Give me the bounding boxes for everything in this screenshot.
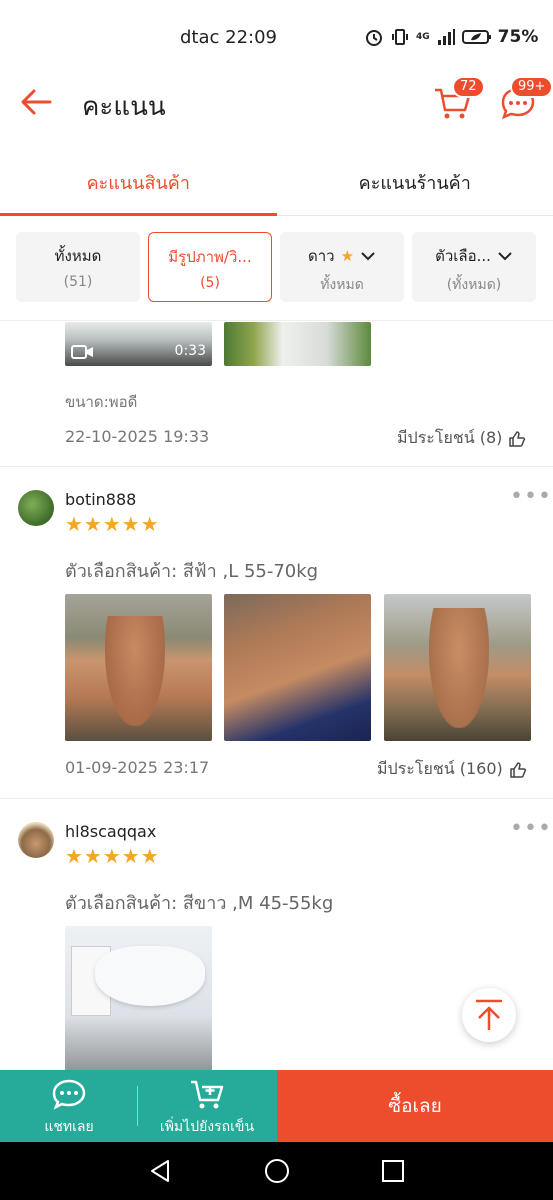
filter-label: ดาว [307,247,335,265]
chevron-down-icon [361,252,375,261]
review-list[interactable]: 0:33 ขนาด:พอดี 22-10-2025 19:33 มีประโยช… [0,322,553,1070]
filter-value: ทั้งหมด [320,277,364,293]
star-rating: ★★★★★ [65,512,160,536]
review-date: 01-09-2025 23:17 [65,758,210,777]
system-nav-bar [0,1142,553,1200]
carrier-time: dtac 22:09 [180,27,278,48]
more-options-icon[interactable]: ••• [510,484,552,509]
video-duration: 0:33 [174,343,206,359]
arrow-up-icon [476,999,502,1030]
tab-shop-rating[interactable]: คะแนนร้านค้า [277,150,553,215]
alarm-icon [366,30,382,46]
filter-bar: ทั้งหมด (51) มีรูปภาพ/วิ... (5) ดาว ★ ทั… [16,232,536,302]
cart-badge: 72 [452,76,485,98]
vibrate-icon [392,29,408,45]
thumbs-up-icon [509,430,526,447]
scroll-to-top-button[interactable] [462,988,516,1042]
chat-now-button[interactable]: แชทเลย [0,1070,138,1142]
review-variant: ขนาด:พอดี [65,393,138,411]
review-photo[interactable] [224,594,371,741]
filter-label: ทั้งหมด [54,247,102,265]
chevron-down-icon [498,252,512,261]
filter-variant[interactable]: ตัวเลือ... (ทั้งหมด) [412,232,536,302]
add-to-cart-label: เพิ่มไปยังรถเข็น [159,1119,255,1135]
review-separator [0,466,553,467]
username[interactable]: botin888 [65,490,136,509]
username[interactable]: hl8scaqqax [65,822,156,841]
star-rating: ★★★★★ [65,844,160,868]
signal-icon [437,29,455,45]
helpful-button[interactable]: มีประโยชน์ (160) [377,757,527,782]
video-camera-icon [71,345,93,359]
star-icon: ★ [340,247,355,265]
nav-back-icon[interactable] [148,1158,174,1184]
header: คะแนน 72 99+ [0,74,553,132]
review-photo[interactable] [384,594,531,741]
rating-tabs: คะแนนสินค้า คะแนนร้านค้า [0,150,553,216]
battery-icon [461,30,491,44]
review-photo[interactable] [65,926,212,1070]
status-icons: 4G 75% [364,27,538,47]
review-variant: ตัวเลือกสินค้า: สีฟ้า ,L 55-70kg [65,561,319,582]
review-separator [0,798,553,799]
buy-now-button[interactable]: ซื้อเลย [277,1070,553,1142]
filter-count: (51) [63,274,93,290]
divider [137,1086,138,1126]
helpful-label: มีประโยชน์ (160) [377,759,503,778]
filter-count: (5) [200,275,220,291]
chat-bubble-icon [52,1079,86,1110]
avatar[interactable] [18,822,54,858]
page-title: คะแนน [82,92,166,122]
divider [0,320,553,321]
battery-level: 75% [497,27,539,47]
filter-label: ตัวเลือ... [435,247,491,265]
helpful-button[interactable]: มีประโยชน์ (8) [397,426,526,451]
photo-subject [95,946,205,1006]
filter-value: (ทั้งหมด) [446,277,502,293]
filter-label: มีรูปภาพ/วิ... [168,248,252,266]
review-photo[interactable] [224,322,371,366]
filter-stars[interactable]: ดาว ★ ทั้งหมด [280,232,404,302]
avatar[interactable] [18,490,54,526]
add-to-cart-button[interactable]: เพิ่มไปยังรถเข็น [138,1070,276,1142]
nav-home-icon[interactable] [264,1158,290,1184]
bottom-action-bar: แชทเลย เพิ่มไปยังรถเข็น ซื้อเลย [0,1070,553,1142]
secondary-actions: แชทเลย เพิ่มไปยังรถเข็น [0,1070,277,1142]
helpful-label: มีประโยชน์ (8) [397,428,503,447]
tab-product-rating[interactable]: คะแนนสินค้า [0,150,277,216]
review-date: 22-10-2025 19:33 [65,427,210,446]
back-arrow-icon[interactable] [18,84,54,120]
filter-with-media[interactable]: มีรูปภาพ/วิ... (5) [148,232,272,302]
photo-subject [105,616,165,726]
chat-badge: 99+ [510,76,553,98]
review-variant: ตัวเลือกสินค้า: สีขาว ,M 45-55kg [65,893,334,914]
chat-now-label: แชทเลย [44,1119,94,1135]
review-video-thumb[interactable]: 0:33 [65,322,212,366]
add-to-cart-icon [191,1080,224,1109]
network-type: 4G [416,31,430,42]
filter-all[interactable]: ทั้งหมด (51) [16,232,140,302]
thumbs-up-icon [510,761,526,778]
review-photo[interactable] [65,594,212,741]
status-bar: dtac 22:09 4G 75% [0,0,553,74]
photo-subject [429,608,489,728]
more-options-icon[interactable]: ••• [510,816,552,841]
nav-recents-icon[interactable] [380,1158,406,1184]
